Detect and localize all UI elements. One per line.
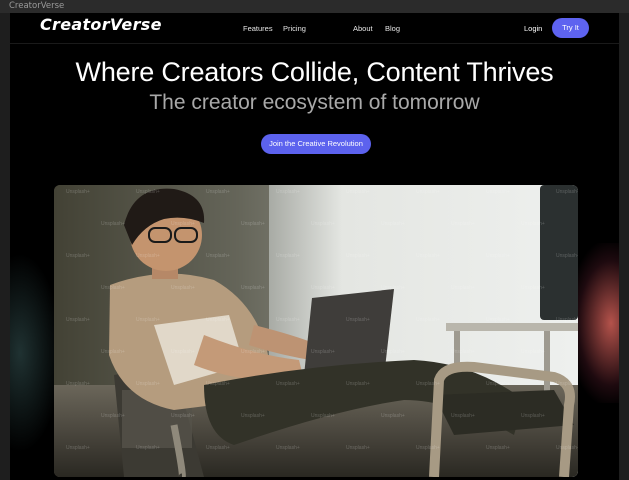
watermark-text: Unsplash+ (381, 413, 405, 419)
watermark-text: Unsplash+ (171, 413, 195, 419)
watermark-text: Unsplash+ (241, 349, 265, 355)
top-nav: CreatorVerse Features Pricing About Blog… (10, 13, 619, 44)
watermark-text: Unsplash+ (206, 381, 230, 387)
watermark-text: Unsplash+ (66, 253, 90, 259)
logo[interactable]: CreatorVerse (40, 15, 162, 34)
watermark-text: Unsplash+ (451, 221, 475, 227)
login-link[interactable]: Login (524, 24, 542, 33)
try-it-button[interactable]: Try It (552, 18, 589, 38)
watermark-text: Unsplash+ (346, 253, 370, 259)
watermark-text: Unsplash+ (276, 317, 300, 323)
watermark-text: Unsplash+ (416, 317, 440, 323)
watermark-text: Unsplash+ (416, 445, 440, 451)
watermark-text: Unsplash+ (486, 253, 510, 259)
nav-link-blog[interactable]: Blog (385, 24, 400, 33)
hero-illustration: Unsplash+ Unsplash+ Unsplash+ Unsplash+ Unsp… (54, 185, 578, 477)
watermark-text: Unsplash+ (136, 189, 160, 195)
watermark-text: Unsplash+ (311, 285, 335, 291)
watermark-text: Unsplash+ (171, 285, 195, 291)
nav-link-pricing[interactable]: Pricing (283, 24, 306, 33)
watermark-text: Unsplash+ (101, 285, 125, 291)
watermark-text: Unsplash+ (206, 445, 230, 451)
watermark-text: Unsplash+ (136, 317, 160, 323)
watermark-text: Unsplash+ (206, 317, 230, 323)
page: CreatorVerse Features Pricing About Blog… (10, 13, 619, 480)
watermark-text: Unsplash+ (136, 445, 160, 451)
watermark-text: Unsplash+ (276, 381, 300, 387)
watermark-text: Unsplash+ (276, 445, 300, 451)
watermark-text: Unsplash+ (206, 189, 230, 195)
nav-link-features[interactable]: Features (243, 24, 273, 33)
watermark-text: Unsplash+ (66, 445, 90, 451)
watermark-text: Unsplash+ (451, 413, 475, 419)
watermark-text: Unsplash+ (556, 381, 578, 387)
watermark-text: Unsplash+ (381, 221, 405, 227)
watermark-text: Unsplash+ (451, 349, 475, 355)
watermark-text: Unsplash+ (451, 285, 475, 291)
watermark-text: Unsplash+ (556, 317, 578, 323)
watermark-text: Unsplash+ (311, 413, 335, 419)
watermark-text: Unsplash+ (276, 189, 300, 195)
nav-link-about[interactable]: About (353, 24, 373, 33)
watermark-text: Unsplash+ (521, 285, 545, 291)
hero-image: Unsplash+ Unsplash+ Unsplash+ Unsplash+ Unsp… (54, 185, 578, 477)
watermark-text: Unsplash+ (346, 445, 370, 451)
hero-subtitle: The creator ecosystem of tomorrow (149, 91, 480, 114)
watermark-text: Unsplash+ (486, 381, 510, 387)
watermark-text: Unsplash+ (241, 221, 265, 227)
watermark-text: Unsplash+ (556, 253, 578, 259)
watermark-text: Unsplash+ (556, 189, 578, 195)
window-title: CreatorVerse (9, 1, 65, 11)
watermark-text: Unsplash+ (556, 445, 578, 451)
watermark-text: Unsplash+ (381, 285, 405, 291)
watermark-text: Unsplash+ (521, 349, 545, 355)
watermark-text: Unsplash+ (416, 253, 440, 259)
watermark-text: Unsplash+ (416, 189, 440, 195)
watermark-text: Unsplash+ (486, 445, 510, 451)
watermark-text: Unsplash+ (101, 413, 125, 419)
watermark-text: Unsplash+ (311, 349, 335, 355)
watermark-text: Unsplash+ (381, 349, 405, 355)
watermark-text: Unsplash+ (486, 317, 510, 323)
watermark-text: Unsplash+ (171, 221, 195, 227)
join-revolution-button[interactable]: Join the Creative Revolution (261, 134, 371, 154)
watermark-text: Unsplash+ (521, 413, 545, 419)
watermark-text: Unsplash+ (66, 317, 90, 323)
watermark-text: Unsplash+ (206, 253, 230, 259)
watermark-text: Unsplash+ (66, 381, 90, 387)
watermark-text: Unsplash+ (346, 189, 370, 195)
watermark-text: Unsplash+ (346, 317, 370, 323)
watermark-text: Unsplash+ (136, 381, 160, 387)
watermark-text: Unsplash+ (276, 253, 300, 259)
watermark-text: Unsplash+ (66, 189, 90, 195)
watermark-text: Unsplash+ (486, 189, 510, 195)
watermark-text: Unsplash+ (241, 285, 265, 291)
hero-title: Where Creators Collide, Content Thrives (75, 57, 554, 87)
watermark-text: Unsplash+ (136, 253, 160, 259)
watermark-text: Unsplash+ (171, 349, 195, 355)
watermark-text: Unsplash+ (346, 381, 370, 387)
watermark-text: Unsplash+ (521, 221, 545, 227)
watermark-text: Unsplash+ (311, 221, 335, 227)
watermark-text: Unsplash+ (101, 221, 125, 227)
watermark-text: Unsplash+ (416, 381, 440, 387)
watermark-text: Unsplash+ (101, 349, 125, 355)
watermark-text: Unsplash+ (241, 413, 265, 419)
window-titlebar: CreatorVerse (0, 0, 629, 13)
